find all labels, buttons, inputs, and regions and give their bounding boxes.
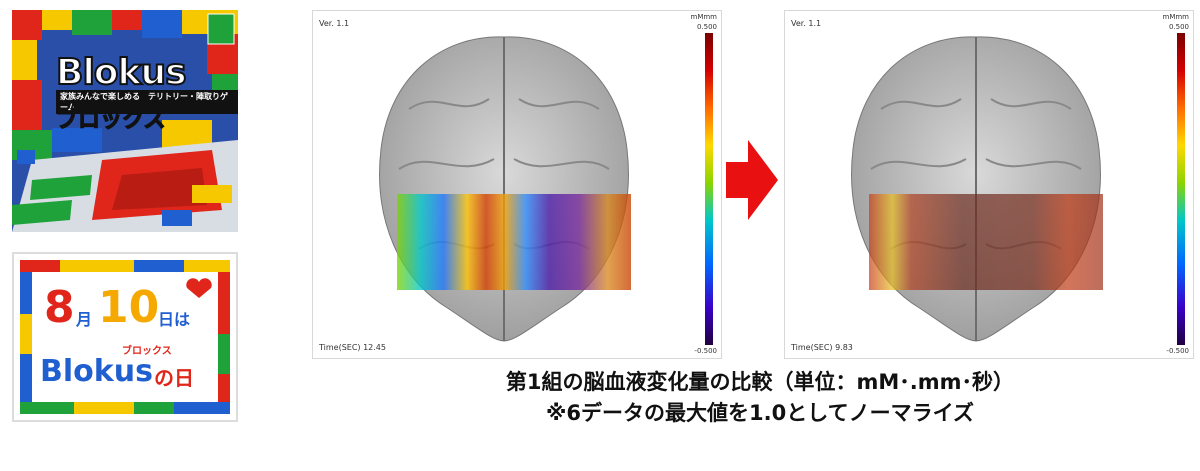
colorbar-min: -0.500: [694, 347, 717, 355]
colorbar-max: 0.500: [696, 23, 717, 31]
day-logo-month-number: 8: [44, 282, 75, 333]
arrow-shape: [726, 140, 778, 220]
day-logo-month-char: 月: [76, 310, 93, 329]
time-readout: Time(SEC) 9.83: [791, 343, 853, 352]
colorbar-max: 0.500: [1168, 23, 1189, 31]
blokus-box-art: Blokus 家族みんなで楽しめる テリトリー・陣取りゲーム ブロックス: [12, 10, 238, 232]
day-logo-suffix: の日: [154, 366, 194, 390]
version-label: Ver. 1.1: [319, 19, 350, 28]
time-readout: Time(SEC) 12.45: [319, 343, 386, 352]
colorbar: [1177, 33, 1185, 345]
version-label: Ver. 1.1: [791, 19, 822, 28]
right-arrow-icon: [726, 140, 778, 220]
caption-line-1: 第1組の脳血液変化量の比較（単位：mM･.mm･秒）: [505, 370, 1015, 394]
day-logo-day-char: 日は: [158, 310, 191, 329]
brain-render: [851, 36, 1103, 342]
brain-map-panel-before: Ver. 1.1 mMmm 0.500 -0.500 Time(SEC) 12.…: [312, 10, 722, 359]
caption-line-2: ※6データの最大値を1.0としてノーマライズ: [546, 401, 974, 425]
box-art-title: Blokus: [55, 51, 188, 94]
brain-render: [379, 36, 631, 342]
brain-map-panel-after: Ver. 1.1 mMmm 0.500 -0.500 Time(SEC) 9.8…: [784, 10, 1194, 359]
box-art-kana: ブロックス: [55, 107, 166, 133]
colorbar: [705, 33, 713, 345]
colorbar-unit: mMmm: [1162, 13, 1190, 21]
day-logo-brand: Blokus: [40, 354, 153, 389]
day-logo-frame: [20, 260, 230, 414]
day-logo-day-number: 10: [98, 282, 160, 333]
nirs-heatmap-overlay: [869, 194, 1103, 290]
nirs-heatmap-overlay: [397, 194, 631, 290]
blokus-day-logo: 8 月 10 日は ブロックス Blokus の日: [12, 252, 238, 422]
colorbar-min: -0.500: [1166, 347, 1189, 355]
colorbar-unit: mMmm: [690, 13, 718, 21]
